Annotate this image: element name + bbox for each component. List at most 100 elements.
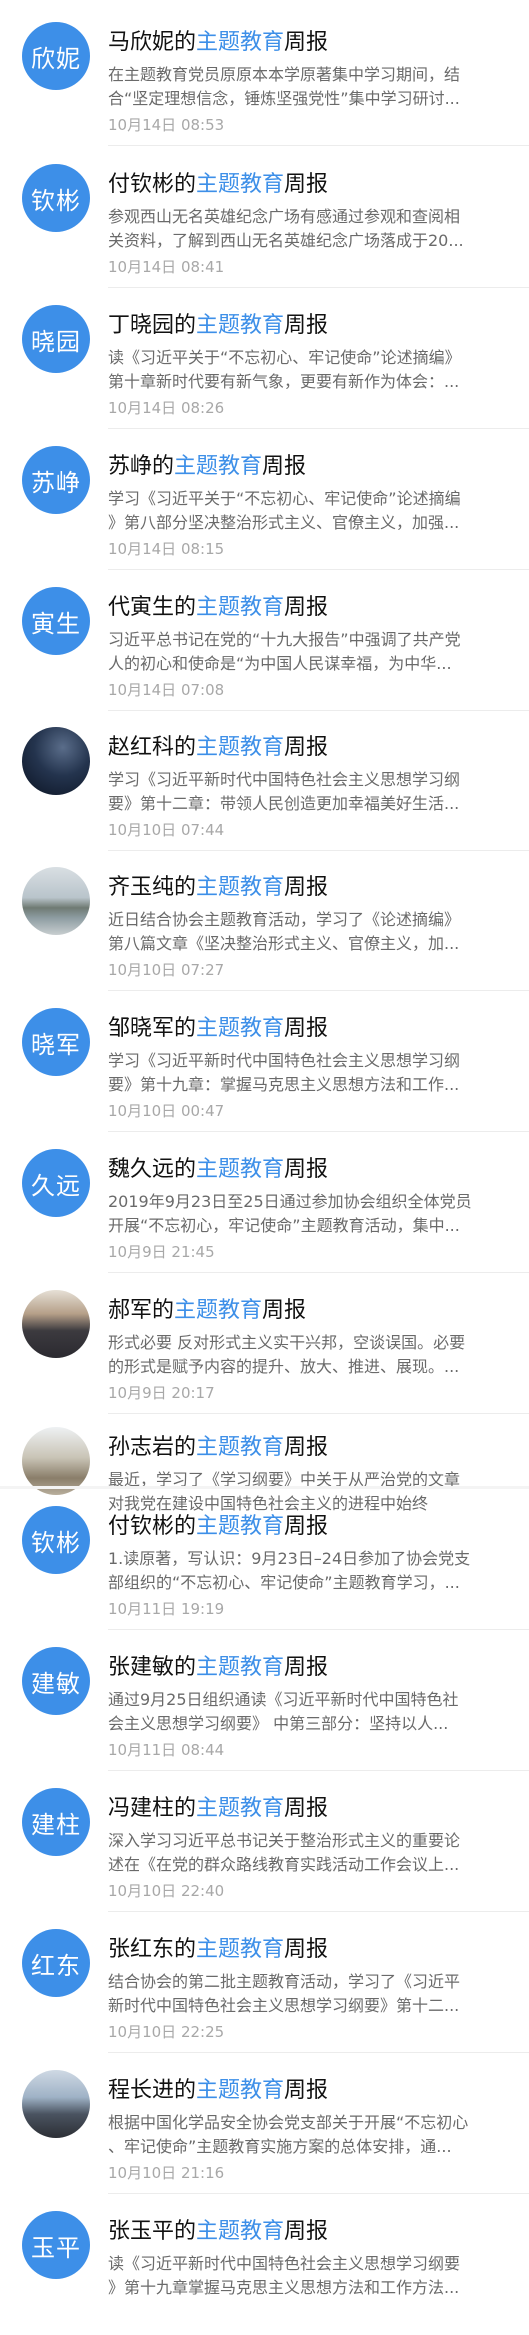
avatar-photo[interactable] (22, 1290, 90, 1358)
excerpt-line: 参观西山无名英雄纪念广场有感通过参观和查阅相 (108, 207, 461, 226)
excerpt-line: 要》第十九章：掌握马克思主义思想方法和工作... (108, 1075, 460, 1094)
report-title: 代寅生的主题教育周报 (108, 593, 328, 623)
timestamp: 10月9日 21:45 (108, 1243, 215, 1261)
avatar[interactable]: 久远 (22, 1149, 90, 1217)
divider (108, 1770, 529, 1771)
title-suffix: 周报 (284, 172, 329, 197)
report-title: 冯建柱的主题教育周报 (108, 1794, 328, 1824)
divider (108, 1272, 529, 1273)
author-name: 付钦彬的 (108, 1514, 197, 1539)
excerpt-line: 读《习近平关于“不忘初心、牢记使命”论述摘编》 (108, 348, 461, 367)
title-suffix: 周报 (262, 454, 307, 479)
report-title: 张建敏的主题教育周报 (108, 1653, 328, 1683)
report-item[interactable]: 晓军 邹晓军的主题教育周报 学习《习近平新时代中国特色社会主义思想学习纲 要》第十九章… (0, 992, 529, 1132)
report-item[interactable]: 寅生 代寅生的主题教育周报 习近平总书记在党的“十九大报告”中强调了共产党 人的初心和… (0, 571, 529, 711)
title-suffix: 周报 (284, 875, 329, 900)
divider (108, 428, 529, 429)
title-suffix: 周报 (284, 1937, 329, 1962)
divider (108, 145, 529, 146)
avatar-photo[interactable] (22, 727, 90, 795)
report-item[interactable]: 齐玉纯的主题教育周报近日结合协会主题教育活动，学习了《论述摘编》 第八篇文章《坚决… (0, 851, 529, 991)
report-item[interactable]: 晓园 丁晓园的主题教育周报读《习近平关于“不忘初心、牢记使命”论述摘编》 第十章新时… (0, 289, 529, 429)
divider (108, 2193, 529, 2194)
excerpt-line: 2019年9月23日至25日通过参加协会组织全体党员 (108, 1192, 472, 1211)
author-name: 齐玉纯的 (108, 875, 197, 900)
report-title: 张红东的主题教育周报 (108, 1935, 328, 1965)
avatar[interactable]: 建敏 (22, 1647, 90, 1715)
timestamp: 10月10日 07:44 (108, 821, 225, 839)
topic-highlight: 主题教育 (196, 2219, 285, 2244)
report-item[interactable]: 建柱 冯建柱的主题教育周报 深入学习习近平总书记关于整治形式主义的重要论 述在《在党的… (0, 1772, 529, 1912)
excerpt-line: 会主义思想学习纲要》 中第三部分：坚持以人... (108, 1714, 449, 1733)
topic-highlight: 主题教育 (196, 1937, 285, 1962)
avatar[interactable]: 寅生 (22, 587, 90, 655)
excerpt-line: 关资料，了解到西山无名英雄纪念广场落成于20... (108, 231, 464, 250)
author-name: 付钦彬的 (108, 172, 197, 197)
report-excerpt: 形式必要 反对形式主义实干兴邦，空谈误国。必要 的形式是赋予内容的提升、放大、推进… (108, 1331, 508, 1379)
report-item[interactable]: 建敏 张建敏的主题教育周报通过9月25日组织通读《习近平新时代中国特色社 会主义思想… (0, 1631, 529, 1771)
author-name: 程长进的 (108, 2078, 197, 2103)
excerpt-line: 深入学习习近平总书记关于整治形式主义的重要论 (108, 1831, 461, 1850)
title-suffix: 周报 (284, 30, 329, 55)
report-title: 齐玉纯的主题教育周报 (108, 873, 328, 903)
report-item[interactable]: 欣妮 马欣妮的主题教育周报 在主题教育党员原原本本学原著集中学习期间，结 合“坚定理想… (0, 6, 529, 146)
topic-highlight: 主题教育 (196, 313, 285, 338)
title-suffix: 周报 (284, 595, 329, 620)
timestamp: 10月10日 22:25 (108, 2023, 225, 2041)
report-title: 付钦彬的主题教育周报 (108, 1512, 328, 1542)
avatar[interactable]: 钦彬 (22, 164, 90, 232)
excerpt-line: 学习《习近平新时代中国特色社会主义思想学习纲 (108, 1051, 461, 1070)
divider (108, 569, 529, 570)
title-suffix: 周报 (284, 735, 329, 760)
avatar[interactable]: 晓园 (22, 305, 90, 373)
excerpt-line: 形式必要 反对形式主义实干兴邦，空谈误国。必要 (108, 1333, 466, 1352)
excerpt-line: 第十章新时代要有新气象，更要有新作为体会：... (108, 372, 460, 391)
topic-highlight: 主题教育 (196, 735, 285, 760)
report-item[interactable]: 郝军的主题教育周报 形式必要 反对形式主义实干兴邦，空谈误国。必要 的形式是赋予内容… (0, 1274, 529, 1414)
excerpt-line: 人的初心和使命是“为中国人民谋幸福，为中华... (108, 654, 452, 673)
author-name: 代寅生的 (108, 595, 197, 620)
divider (108, 1911, 529, 1912)
report-item[interactable]: 红东 张红东的主题教育周报 结合协会的第二批主题教育活动，学习了《习近平 新时代中国特… (0, 1913, 529, 2053)
report-title: 丁晓园的主题教育周报 (108, 311, 328, 341)
avatar[interactable]: 钦彬 (22, 1506, 90, 1574)
timestamp: 10月10日 00:47 (108, 1102, 225, 1120)
avatar[interactable]: 欣妮 (22, 22, 90, 90)
report-item[interactable]: 钦彬 付钦彬的主题教育周报参观西山无名英雄纪念广场有感通过参观和查阅相 关资料，了解… (0, 148, 529, 288)
timestamp: 10月14日 07:08 (108, 681, 225, 699)
avatar-photo[interactable] (22, 1427, 90, 1495)
report-item[interactable]: 赵红科的主题教育周报 学习《习近平新时代中国特色社会主义思想学习纲 要》第十二章：带… (0, 711, 529, 851)
report-item[interactable]: 久远 魏久远的主题教育周报 2019年9月23日至25日通过参加协会组织全体党员 开展… (0, 1133, 529, 1273)
report-title: 付钦彬的主题教育周报 (108, 170, 328, 200)
avatar[interactable]: 苏峥 (22, 446, 90, 514)
title-suffix: 周报 (284, 1016, 329, 1041)
report-excerpt: 近日结合协会主题教育活动，学习了《论述摘编》 第八篇文章《坚决整治形式主义、官僚主… (108, 908, 508, 956)
timestamp: 10月10日 22:40 (108, 1882, 225, 1900)
report-excerpt: 通过9月25日组织通读《习近平新时代中国特色社 会主义思想学习纲要》 中第三部分：… (108, 1688, 508, 1736)
title-suffix: 周报 (262, 1298, 307, 1323)
excerpt-line: 学习《习近平新时代中国特色社会主义思想学习纲 (108, 770, 461, 789)
report-item[interactable]: 程长进的主题教育周报 根据中国化学品安全协会党支部关于开展“不忘初心 、牢记使命”主… (0, 2054, 529, 2194)
avatar[interactable]: 建柱 (22, 1788, 90, 1856)
avatar-photo[interactable] (22, 2070, 90, 2138)
author-name: 冯建柱的 (108, 1796, 197, 1821)
report-excerpt: 在主题教育党员原原本本学原著集中学习期间，结 合“坚定理想信念，锤炼坚强党性”集中… (108, 63, 508, 111)
avatar-photo[interactable] (22, 867, 90, 935)
report-item[interactable]: 玉平 张玉平的主题教育周报 读《习近平新时代中国特色社会主义思想学习纲要 》第十九章掌… (0, 2195, 529, 2335)
report-title: 孙志岩的主题教育周报 (108, 1433, 328, 1463)
excerpt-line: 合“坚定理想信念，锤炼坚强党性”集中学习研讨... (108, 89, 460, 108)
report-item[interactable]: 苏峥 苏峥的主题教育周报 学习《习近平关于“不忘初心、牢记使命”论述摘编 》第八部分坚… (0, 430, 529, 570)
report-item[interactable]: 钦彬 付钦彬的主题教育周报 1.读原著，写认识：9月23日–24日参加了协会党支 部组… (0, 1490, 529, 1630)
timestamp: 10月14日 08:26 (108, 399, 225, 417)
avatar[interactable]: 晓军 (22, 1008, 90, 1076)
author-name: 张红东的 (108, 1937, 197, 1962)
topic-highlight: 主题教育 (196, 2078, 285, 2103)
excerpt-line: 部组织的“不忘初心、牢记使命”主题教育学习，... (108, 1573, 460, 1592)
author-name: 丁晓园的 (108, 313, 197, 338)
report-title: 张玉平的主题教育周报 (108, 2217, 328, 2247)
topic-highlight: 主题教育 (196, 595, 285, 620)
screenshot-seam (0, 1486, 529, 1489)
title-suffix: 周报 (284, 1157, 329, 1182)
avatar[interactable]: 红东 (22, 1929, 90, 1997)
divider (108, 287, 529, 288)
